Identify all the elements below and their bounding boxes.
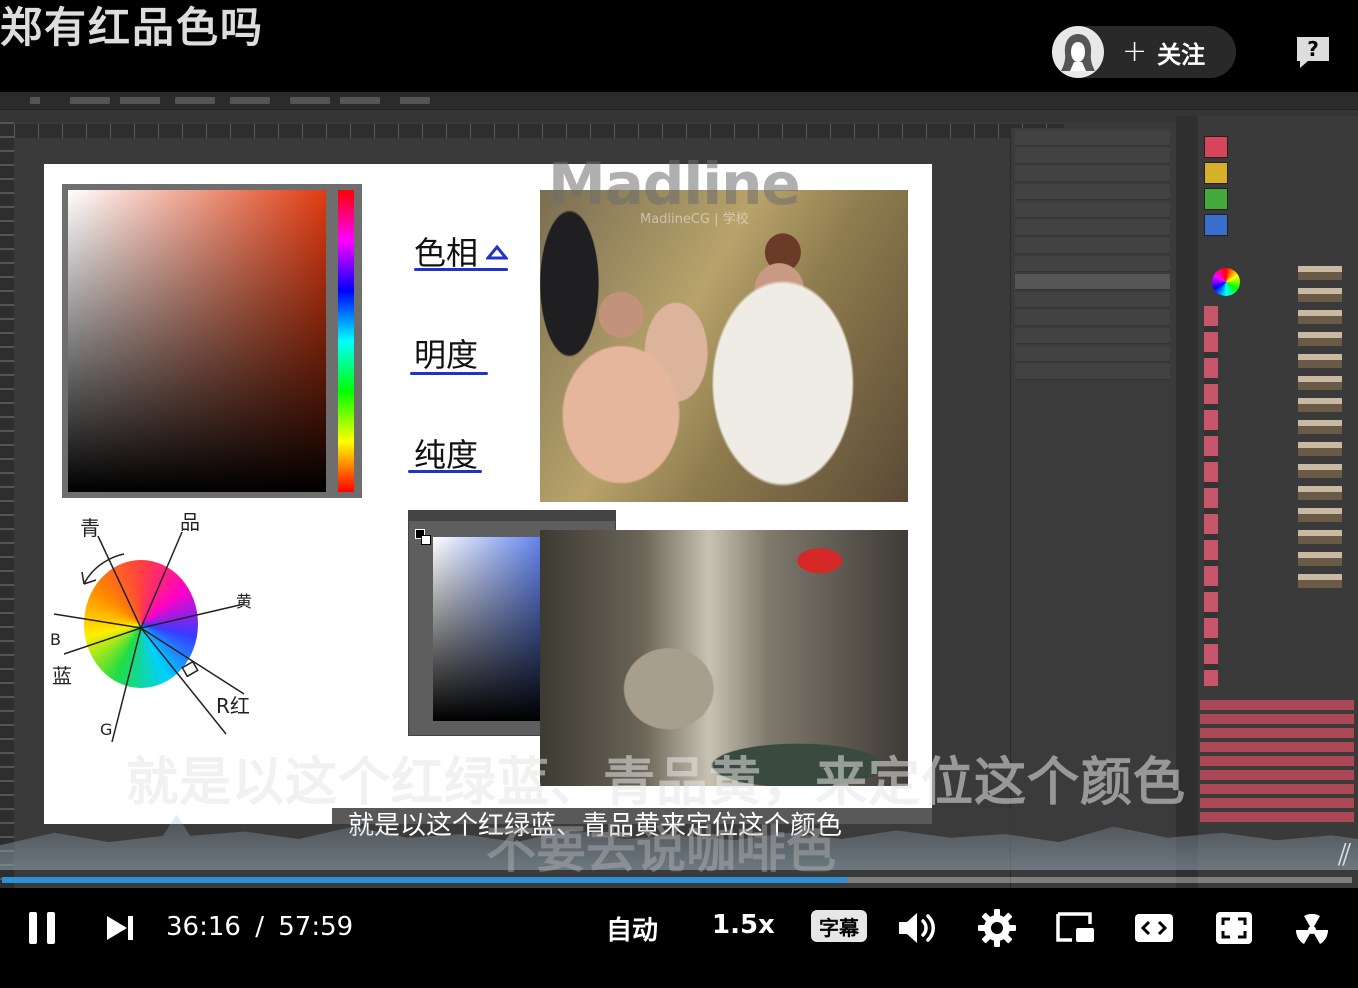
theater-mode-icon: [1135, 914, 1173, 942]
ps-document-tabs: [0, 110, 1358, 122]
miniplayer-icon: [1056, 912, 1094, 942]
color-ring-icon: [1212, 268, 1240, 296]
subtitles-button[interactable]: 字幕: [811, 910, 867, 942]
plus-icon: +: [1122, 34, 1148, 69]
wheel-label: 青: [80, 516, 100, 540]
effects-button[interactable]: [1290, 896, 1334, 960]
creator-avatar-icon: [1061, 34, 1095, 71]
chapter-marker-icon: ⫽: [1338, 838, 1352, 873]
radiation-icon: [1295, 913, 1329, 944]
triangle-mark-icon: [486, 244, 508, 260]
skip-next-icon: [107, 916, 133, 940]
volume-button[interactable]: [894, 896, 940, 960]
wheel-label: G: [100, 720, 113, 739]
svg-text:?: ?: [1307, 37, 1319, 61]
painting-image: [540, 190, 908, 502]
subtitle-caption: 就是以这个红绿蓝、青品黄，来定位这个颜色: [126, 753, 1187, 813]
wheel-label: R红: [216, 694, 250, 718]
next-button[interactable]: [100, 896, 140, 960]
pause-icon: [29, 912, 55, 944]
background-swatch: [421, 535, 431, 545]
ps-options-bar: [0, 92, 1358, 110]
gear-icon: [978, 909, 1016, 947]
swatch-strip: [1204, 306, 1218, 686]
underline: [408, 470, 482, 473]
ps-brush-panel: [1198, 116, 1358, 888]
ps-canvas: 色相 明度 纯度 Madline MadlineCG | 学校 青 品 黄 R红…: [44, 150, 932, 824]
miniplayer-button[interactable]: [1052, 896, 1100, 960]
pause-button[interactable]: [20, 896, 64, 960]
help-icon[interactable]: ?: [1294, 34, 1332, 70]
auto-quality-button[interactable]: 自动: [606, 910, 658, 947]
brush-preview-list: [1298, 266, 1342, 596]
volume-icon: [899, 913, 935, 943]
underline: [414, 268, 508, 271]
ps-ruler: [14, 124, 1064, 138]
fullscreen-button[interactable]: [1212, 896, 1256, 960]
follow-button[interactable]: + 关注: [1052, 26, 1236, 78]
subtitle-caption-secondary: 不要去说咖啡色: [486, 821, 836, 879]
current-time: 36:16: [166, 912, 241, 942]
time-separator: /: [255, 912, 264, 942]
saturation-value-field: [68, 190, 326, 492]
watermark-sub: MadlineCG | 学校: [640, 212, 749, 227]
hue-slider: [338, 190, 354, 492]
duration: 57:59: [278, 912, 354, 942]
time-display: 36:16 / 57:59: [166, 912, 353, 942]
video-title: 郑有红品色吗: [0, 3, 265, 52]
underline: [410, 372, 488, 375]
swatch-column: [1204, 136, 1228, 240]
wheel-label: 黄: [236, 592, 253, 611]
follow-label: 关注: [1157, 40, 1206, 69]
picker-title-bar: [409, 511, 615, 521]
ps-toolbar: [0, 122, 14, 888]
fullscreen-icon: [1216, 912, 1252, 944]
wheel-label: 蓝: [52, 664, 72, 688]
ps-action-buttons: [1200, 700, 1354, 824]
player-controls: 36:16 / 57:59 自动 1.5x 字幕: [0, 896, 1358, 960]
color-picker-red: [62, 184, 362, 498]
playback-speed-button[interactable]: 1.5x: [712, 910, 775, 940]
label-brightness: 明度: [414, 336, 479, 374]
wheel-label: B: [50, 630, 61, 649]
wheel-label: 品: [180, 510, 200, 534]
theater-mode-button[interactable]: [1132, 896, 1176, 960]
settings-button[interactable]: [974, 896, 1020, 960]
avatar[interactable]: [1052, 26, 1104, 78]
